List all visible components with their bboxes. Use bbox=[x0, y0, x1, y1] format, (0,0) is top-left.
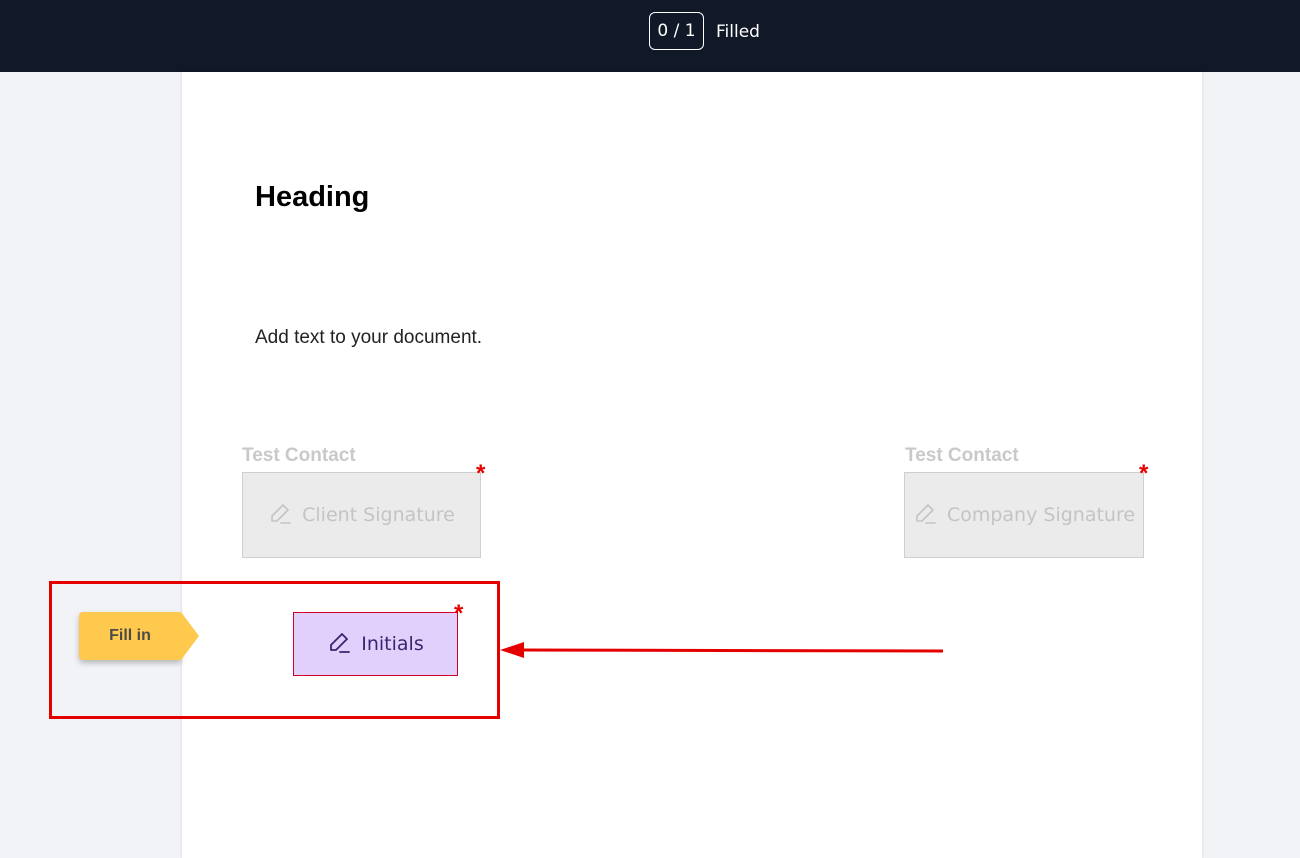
client-contact-label: Test Contact bbox=[242, 445, 356, 466]
document-body-text: Add text to your document. bbox=[255, 327, 483, 348]
company-contact-label: Test Contact bbox=[905, 445, 1019, 466]
filled-label: Filled bbox=[716, 22, 760, 42]
initials-field[interactable]: Initials bbox=[293, 612, 458, 676]
annotation-arrow bbox=[500, 642, 944, 658]
pen-icon bbox=[268, 501, 292, 530]
pen-icon bbox=[327, 630, 351, 659]
company-required-mark: * bbox=[1139, 460, 1149, 487]
company-signature-field[interactable]: Company Signature bbox=[904, 472, 1144, 558]
company-signature-label: Company Signature bbox=[946, 504, 1136, 526]
pen-icon bbox=[913, 501, 937, 530]
client-signature-label: Client Signature bbox=[302, 504, 455, 526]
initials-required-mark: * bbox=[454, 600, 464, 627]
client-required-mark: * bbox=[476, 460, 486, 487]
document-heading: Heading bbox=[255, 181, 370, 213]
fill-in-button[interactable]: Fill in bbox=[79, 612, 199, 660]
initials-label: Initials bbox=[361, 633, 424, 655]
top-bar: 0 / 1 Filled bbox=[0, 0, 1300, 72]
client-signature-field[interactable]: Client Signature bbox=[242, 472, 481, 558]
fill-in-label: Fill in bbox=[109, 627, 151, 644]
filled-counter: 0 / 1 bbox=[649, 12, 704, 50]
